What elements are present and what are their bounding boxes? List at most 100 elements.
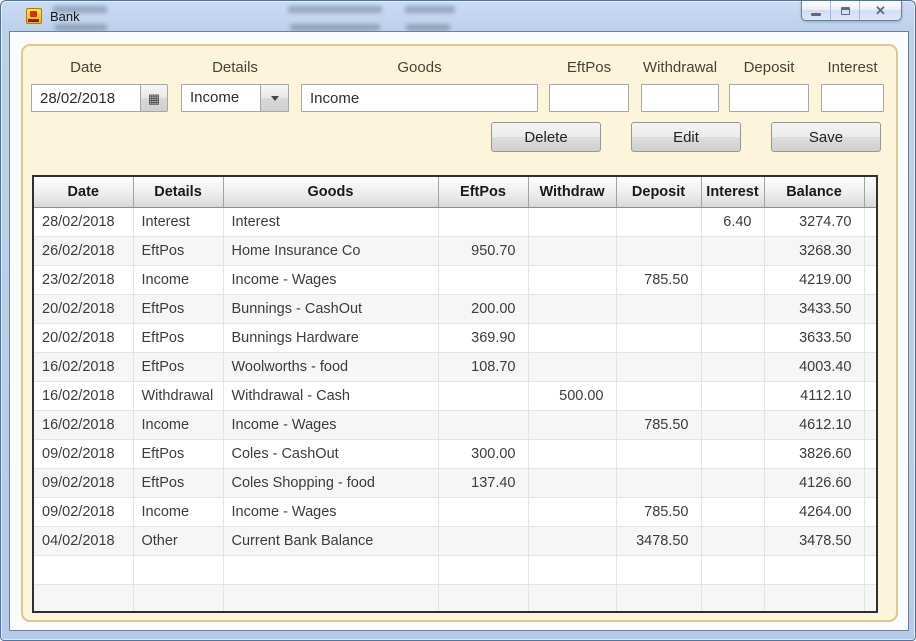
- table-row[interactable]: 28/02/2018 Interest Interest 6.40 3274.7…: [34, 207, 876, 237]
- table-row[interactable]: 16/02/2018 EftPos Woolworths - food 108.…: [34, 352, 876, 382]
- cell-filler: [864, 236, 876, 266]
- cell-eftpos: 300.00: [438, 439, 529, 469]
- cell-interest: [701, 381, 765, 411]
- cell-deposit: [616, 352, 702, 382]
- cell-filler: [864, 207, 876, 237]
- calendar-button[interactable]: ▦: [140, 84, 168, 112]
- app-window: Bank ✕ Date Details Goods EftPos Withdra…: [0, 0, 916, 641]
- details-dropdown-button[interactable]: [260, 85, 288, 111]
- cell-interest: [701, 555, 765, 585]
- cell-date: [34, 555, 134, 585]
- minimize-button[interactable]: [802, 1, 831, 20]
- cell-filler: [864, 352, 876, 382]
- cell-filler: [864, 555, 876, 585]
- table-row[interactable]: 09/02/2018 EftPos Coles - CashOut 300.00…: [34, 439, 876, 469]
- cell-goods: Bunnings - CashOut: [223, 294, 439, 324]
- cell-balance: 4112.10: [764, 381, 865, 411]
- cell-date: 16/02/2018: [34, 381, 134, 411]
- col-header-goods[interactable]: Goods: [223, 177, 439, 208]
- minimize-icon: [811, 12, 821, 16]
- cell-deposit: [616, 468, 702, 498]
- table-row[interactable]: 26/02/2018 EftPos Home Insurance Co 950.…: [34, 236, 876, 266]
- cell-details: Income: [133, 497, 224, 527]
- interest-input[interactable]: [821, 84, 884, 112]
- cell-withdraw: [528, 555, 617, 585]
- cell-withdraw: [528, 584, 617, 611]
- cell-balance: 4219.00: [764, 265, 865, 295]
- table-row[interactable]: 09/02/2018 Income Income - Wages 785.50 …: [34, 497, 876, 527]
- cell-balance: [764, 584, 865, 611]
- cell-interest: [701, 265, 765, 295]
- cell-withdraw: [528, 468, 617, 498]
- cell-withdraw: [528, 352, 617, 382]
- goods-input[interactable]: [301, 84, 538, 112]
- cell-balance: 4126.60: [764, 468, 865, 498]
- col-header-date[interactable]: Date: [34, 177, 134, 208]
- cell-date: 26/02/2018: [34, 236, 134, 266]
- table-row[interactable]: 16/02/2018 Withdrawal Withdrawal - Cash …: [34, 381, 876, 411]
- cell-balance: 4264.00: [764, 497, 865, 527]
- cell-details: Withdrawal: [133, 381, 224, 411]
- cell-goods: Interest: [223, 207, 439, 237]
- col-header-filler: [864, 177, 876, 208]
- cell-date: 28/02/2018: [34, 207, 134, 237]
- col-header-deposit[interactable]: Deposit: [616, 177, 702, 208]
- cell-details: Income: [133, 410, 224, 440]
- close-button[interactable]: ✕: [860, 1, 901, 20]
- cell-goods: [223, 555, 439, 585]
- table-row[interactable]: 16/02/2018 Income Income - Wages 785.50 …: [34, 410, 876, 440]
- cell-balance: 3268.30: [764, 236, 865, 266]
- cell-goods: Woolworths - food: [223, 352, 439, 382]
- cell-date: [34, 584, 134, 611]
- cell-balance: 4612.10: [764, 410, 865, 440]
- cell-filler: [864, 584, 876, 611]
- cell-date: 09/02/2018: [34, 497, 134, 527]
- cell-eftpos: [438, 207, 529, 237]
- col-header-interest[interactable]: Interest: [701, 177, 765, 208]
- cell-withdraw: [528, 410, 617, 440]
- cell-deposit: 785.50: [616, 410, 702, 440]
- titlebar[interactable]: Bank ✕: [1, 1, 915, 31]
- cell-interest: [701, 584, 765, 611]
- cell-balance: 3433.50: [764, 294, 865, 324]
- maximize-button[interactable]: [831, 1, 860, 20]
- table-row[interactable]: [34, 584, 876, 611]
- cell-interest: [701, 352, 765, 382]
- details-label: Details: [212, 59, 258, 76]
- table-row[interactable]: 20/02/2018 EftPos Bunnings - CashOut 200…: [34, 294, 876, 324]
- date-input[interactable]: [31, 84, 141, 112]
- cell-interest: [701, 468, 765, 498]
- col-header-balance[interactable]: Balance: [764, 177, 865, 208]
- col-header-eftpos[interactable]: EftPos: [438, 177, 529, 208]
- table-row[interactable]: 09/02/2018 EftPos Coles Shopping - food …: [34, 468, 876, 498]
- table-row[interactable]: [34, 555, 876, 585]
- cell-withdraw: [528, 526, 617, 556]
- cell-filler: [864, 381, 876, 411]
- cell-interest: [701, 439, 765, 469]
- delete-button[interactable]: Delete: [491, 122, 601, 152]
- eftpos-input[interactable]: [549, 84, 629, 112]
- withdrawal-input[interactable]: [641, 84, 719, 112]
- cell-date: 20/02/2018: [34, 294, 134, 324]
- cell-date: 09/02/2018: [34, 468, 134, 498]
- edit-button[interactable]: Edit: [631, 122, 741, 152]
- deposit-input[interactable]: [729, 84, 809, 112]
- cell-filler: [864, 497, 876, 527]
- cell-withdraw: [528, 207, 617, 237]
- grid-header-row: Date Details Goods EftPos Withdraw Depos…: [34, 177, 876, 208]
- col-header-withdraw[interactable]: Withdraw: [528, 177, 617, 208]
- grid-body: 28/02/2018 Interest Interest 6.40 3274.7…: [34, 207, 876, 611]
- cell-date: 20/02/2018: [34, 323, 134, 353]
- details-combobox[interactable]: Income: [181, 84, 289, 112]
- col-header-details[interactable]: Details: [133, 177, 224, 208]
- cell-eftpos: [438, 410, 529, 440]
- cell-deposit: 3478.50: [616, 526, 702, 556]
- cell-details: [133, 584, 224, 611]
- table-row[interactable]: 20/02/2018 EftPos Bunnings Hardware 369.…: [34, 323, 876, 353]
- window-controls: ✕: [801, 1, 902, 21]
- save-button[interactable]: Save: [771, 122, 881, 152]
- table-row[interactable]: 04/02/2018 Other Current Bank Balance 34…: [34, 526, 876, 556]
- cell-withdraw: [528, 497, 617, 527]
- table-row[interactable]: 23/02/2018 Income Income - Wages 785.50 …: [34, 265, 876, 295]
- cell-filler: [864, 468, 876, 498]
